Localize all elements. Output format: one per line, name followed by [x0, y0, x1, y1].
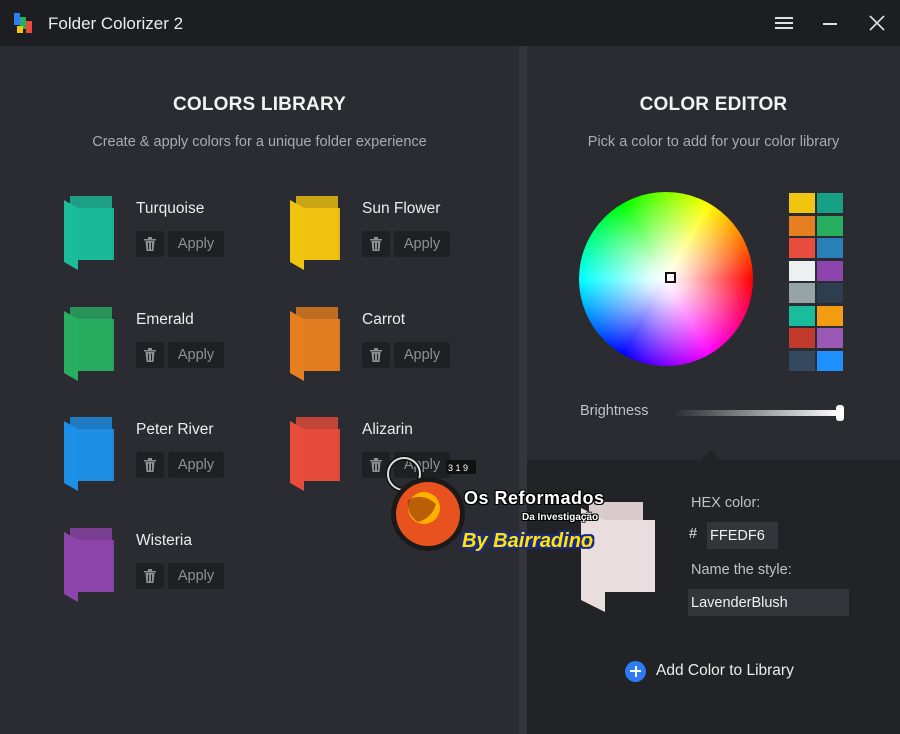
app-title: Folder Colorizer 2 [48, 14, 184, 33]
title-bar: Folder Colorizer 2 [0, 0, 900, 46]
delete-button[interactable] [362, 342, 390, 368]
apply-button[interactable]: Apply [168, 563, 224, 589]
library-item: Carrot Apply [290, 305, 510, 391]
color-swatch[interactable] [817, 305, 843, 326]
color-editor-panel: COLOR EDITOR Pick a color to add for you… [527, 46, 900, 734]
apply-button[interactable]: Apply [168, 342, 224, 368]
color-swatch[interactable] [817, 215, 843, 236]
color-swatch[interactable] [789, 350, 815, 371]
color-swatch[interactable] [789, 283, 815, 303]
color-swatch[interactable] [789, 328, 815, 348]
panel-divider [519, 46, 527, 734]
brightness-slider-thumb[interactable] [836, 405, 844, 421]
library-item: Turquoise Apply [64, 194, 284, 280]
style-name-input[interactable] [688, 589, 849, 616]
editor-subtitle: Pick a color to add for your color libra… [587, 134, 840, 150]
color-swatch[interactable] [817, 260, 843, 281]
color-swatch[interactable] [789, 305, 815, 326]
color-swatch[interactable] [789, 260, 815, 281]
color-swatch[interactable] [789, 193, 815, 213]
delete-button[interactable] [362, 452, 390, 478]
delete-button[interactable] [136, 231, 164, 257]
hex-hash-symbol: # [689, 526, 698, 542]
trash-icon [144, 458, 156, 472]
brightness-label: Brightness [580, 403, 649, 419]
delete-button[interactable] [136, 452, 164, 478]
folder-icon [64, 528, 114, 602]
folder-icon [290, 417, 340, 491]
colors-library-panel: COLORS LIBRARY Create & apply colors for… [0, 46, 519, 734]
apply-button[interactable]: Apply [394, 231, 450, 257]
close-icon[interactable] [864, 10, 890, 36]
folder-icon [64, 196, 114, 270]
library-item-name: Carrot [362, 311, 406, 328]
library-item-name: Peter River [136, 421, 214, 438]
color-swatch[interactable] [817, 283, 843, 303]
brightness-slider[interactable] [674, 410, 840, 416]
delete-button[interactable] [136, 563, 164, 589]
preview-folder-icon [581, 502, 655, 612]
editor-title: COLOR EDITOR [639, 94, 788, 115]
color-swatch[interactable] [817, 328, 843, 348]
folder-icon [290, 196, 340, 270]
library-item-name: Alizarin [362, 421, 413, 438]
library-item-name: Emerald [136, 311, 194, 328]
folder-icon [290, 307, 340, 381]
library-item-name: Sun Flower [362, 200, 441, 217]
delete-button[interactable] [136, 342, 164, 368]
folder-icon [64, 307, 114, 381]
add-color-label: Add Color to Library [656, 662, 794, 679]
delete-button[interactable] [362, 231, 390, 257]
library-item: Emerald Apply [64, 305, 284, 391]
trash-icon [370, 237, 382, 251]
library-item: Peter River Apply [64, 415, 284, 501]
hamburger-menu-icon[interactable] [771, 10, 797, 36]
color-swatch[interactable] [789, 238, 815, 258]
apply-button[interactable]: Apply [168, 231, 224, 257]
hex-color-label: HEX color: [691, 495, 761, 511]
apply-button[interactable]: Apply [394, 452, 450, 478]
color-swatch[interactable] [817, 193, 843, 213]
color-swatch[interactable] [789, 215, 815, 236]
library-item: Alizarin Apply [290, 415, 510, 501]
apply-button[interactable]: Apply [168, 452, 224, 478]
minimize-icon[interactable] [817, 10, 843, 36]
style-name-label: Name the style: [691, 562, 792, 578]
trash-icon [144, 237, 156, 251]
plus-circle-icon [625, 660, 646, 682]
hex-color-input[interactable] [707, 522, 778, 549]
trash-icon [144, 348, 156, 362]
color-wheel-cursor[interactable] [665, 272, 676, 283]
library-title: COLORS LIBRARY [172, 94, 347, 115]
trash-icon [370, 458, 382, 472]
trash-icon [370, 348, 382, 362]
library-item-name: Wisteria [136, 532, 192, 549]
folder-icon [64, 417, 114, 491]
add-color-button[interactable]: Add Color to Library [625, 658, 794, 684]
library-subtitle: Create & apply colors for a unique folde… [92, 134, 427, 150]
trash-icon [144, 569, 156, 583]
color-swatch[interactable] [817, 350, 843, 371]
library-item: Sun Flower Apply [290, 194, 510, 280]
library-item: Wisteria Apply [64, 526, 284, 612]
app-logo-icon [14, 13, 32, 33]
library-item-name: Turquoise [136, 200, 205, 217]
color-swatch[interactable] [817, 238, 843, 258]
apply-button[interactable]: Apply [394, 342, 450, 368]
